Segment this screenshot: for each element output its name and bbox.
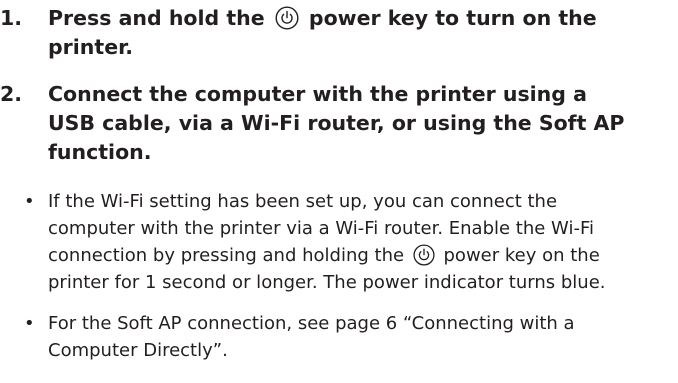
instruction-page: 1. Press and hold the power key to turn … (0, 0, 678, 383)
step-line: Press and hold the power key to turn on … (48, 4, 668, 33)
bullet-marker: • (24, 191, 35, 212)
step-number: 2. (0, 82, 23, 106)
text-segment: Press and hold the (48, 6, 272, 30)
text-segment: printer for 1 second or longer. The powe… (48, 272, 606, 293)
text-segment: computer with the printer via a Wi-Fi ro… (48, 218, 595, 239)
step-number: 1. (0, 6, 23, 30)
text-segment: Connect the computer with the printer us… (48, 82, 587, 106)
step-text: Press and hold the power key to turn on … (48, 4, 668, 62)
text-segment: connection by pressing and holding the (48, 245, 410, 266)
text-segment: function. (48, 140, 152, 164)
step-line: function. (48, 138, 668, 167)
text-segment: printer. (48, 35, 134, 59)
power-key-icon (275, 6, 299, 30)
bullet-line: connection by pressing and holding the p… (48, 242, 678, 269)
step-line: printer. (48, 33, 668, 62)
step-line: USB cable, via a Wi-Fi router, or using … (48, 109, 668, 138)
text-segment: power key on the (437, 245, 600, 266)
bullet-text: For the Soft AP connection, see page 6 “… (48, 310, 678, 364)
bullet-line: If the Wi-Fi setting has been set up, yo… (48, 188, 678, 215)
bullet-line: printer for 1 second or longer. The powe… (48, 269, 678, 296)
text-segment: If the Wi-Fi setting has been set up, yo… (48, 191, 558, 212)
bullet-line: Computer Directly”. (48, 337, 678, 364)
bullet-text: If the Wi-Fi setting has been set up, yo… (48, 188, 678, 296)
step-line: Connect the computer with the printer us… (48, 80, 668, 109)
text-segment: For the Soft AP connection, see page 6 “… (48, 313, 575, 334)
power-key-icon (413, 244, 435, 266)
bullet-line: computer with the printer via a Wi-Fi ro… (48, 215, 678, 242)
text-segment: power key to turn on the (301, 6, 597, 30)
bullet-line: For the Soft AP connection, see page 6 “… (48, 310, 678, 337)
text-segment: Computer Directly”. (48, 340, 228, 361)
text-segment: USB cable, via a Wi-Fi router, or using … (48, 111, 625, 135)
step-text: Connect the computer with the printer us… (48, 80, 668, 167)
bullet-marker: • (24, 313, 35, 334)
